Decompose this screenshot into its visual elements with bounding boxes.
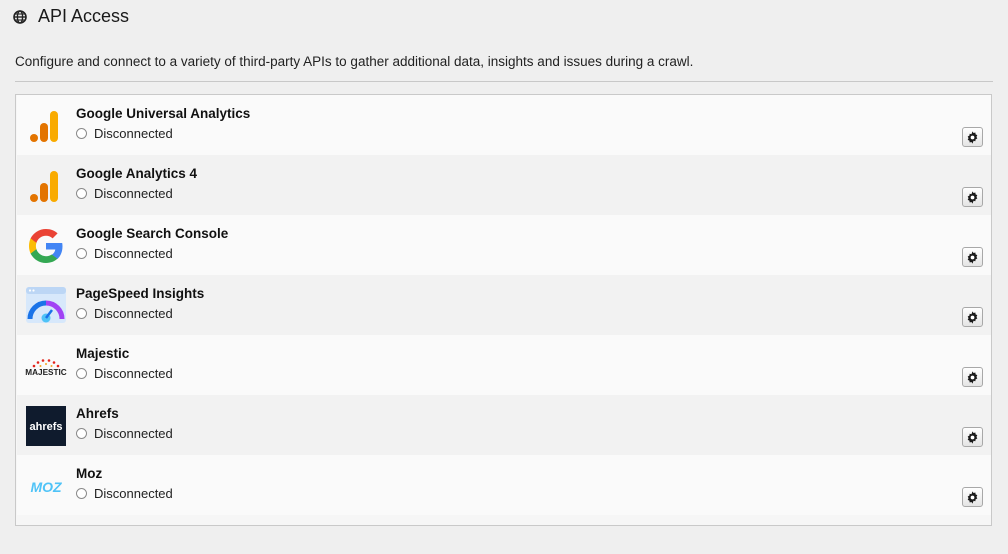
globe-icon [13,10,27,24]
connection-status: Disconnected [76,126,173,141]
google-analytics-4-icon [30,171,58,202]
status-radio-icon [76,428,87,439]
status-label: Disconnected [94,126,173,141]
pagespeed-icon [26,287,66,323]
status-label: Disconnected [94,246,173,261]
svg-text:MAJESTIC: MAJESTIC [25,368,66,377]
status-label: Disconnected [94,186,173,201]
connection-status: Disconnected [76,306,173,321]
api-list: Google Universal Analytics Disconnected … [15,94,992,526]
settings-button[interactable] [962,247,983,267]
gear-icon [967,430,978,444]
settings-button[interactable] [962,367,983,387]
google-analytics-icon [30,111,58,142]
status-radio-icon [76,488,87,499]
gear-icon [967,130,978,144]
status-radio-icon [76,308,87,319]
api-row-pagespeed-insights[interactable]: PageSpeed Insights Disconnected [17,275,991,335]
gear-icon [967,370,978,384]
moz-logo: MOZ [30,479,62,495]
api-name: Google Analytics 4 [76,166,198,181]
api-name: Google Universal Analytics [76,106,251,121]
api-name: Moz [76,466,103,481]
settings-button[interactable] [962,187,983,207]
status-radio-icon [76,248,87,259]
api-name: Majestic [76,346,130,361]
status-label: Disconnected [94,486,173,501]
api-row-google-analytics-4[interactable]: Google Analytics 4 Disconnected [17,155,991,215]
api-name: Google Search Console [76,226,229,241]
api-row-majestic[interactable]: MAJESTIC Majestic Disconnected [17,335,991,395]
api-name: Ahrefs [76,406,119,421]
description-text: Configure and connect to a variety of th… [15,54,694,69]
connection-status: Disconnected [76,246,173,261]
connection-status: Disconnected [76,426,173,441]
api-row-ahrefs[interactable]: ahrefs Ahrefs Disconnected [17,395,991,455]
gear-icon [967,310,978,324]
gear-icon [967,490,978,504]
status-label: Disconnected [94,306,173,321]
status-radio-icon [76,128,87,139]
settings-button[interactable] [962,307,983,327]
gear-icon [967,250,978,264]
status-label: Disconnected [94,366,173,381]
google-g-icon [29,229,63,263]
settings-button[interactable] [962,487,983,507]
status-radio-icon [76,188,87,199]
page-title: API Access [38,6,130,26]
gear-icon [967,190,978,204]
majestic-logo: MAJESTIC [25,359,67,377]
api-row-google-universal-analytics[interactable]: Google Universal Analytics Disconnected [17,95,991,155]
title-bar: API Access [0,0,1008,34]
settings-button[interactable] [962,427,983,447]
api-name: PageSpeed Insights [76,286,205,301]
connection-status: Disconnected [76,186,173,201]
api-row-moz[interactable]: MOZ Moz Disconnected [17,455,991,515]
status-radio-icon [76,368,87,379]
connection-status: Disconnected [76,486,173,501]
settings-button[interactable] [962,127,983,147]
svg-text:MOZ: MOZ [30,479,62,495]
status-label: Disconnected [94,426,173,441]
api-row-google-search-console[interactable]: Google Search Console Disconnected [17,215,991,275]
connection-status: Disconnected [76,366,173,381]
divider [15,81,993,82]
ahrefs-logo: ahrefs [26,406,66,446]
